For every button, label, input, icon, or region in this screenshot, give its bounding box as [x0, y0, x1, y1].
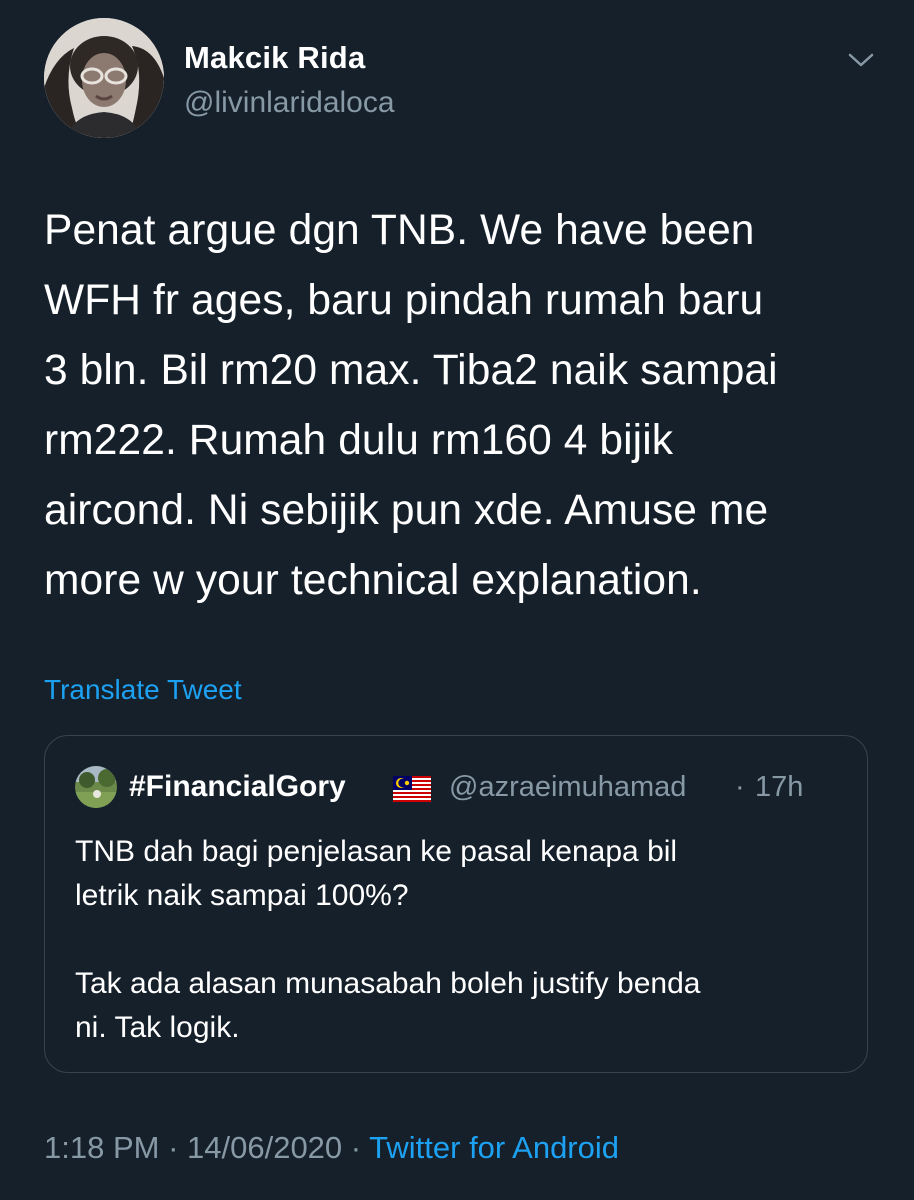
- tweet-text-line: 3 bln. Bil rm20 max. Tiba2 naik sampai: [44, 347, 778, 394]
- quoted-timestamp: 17h: [755, 771, 804, 803]
- tweet-text-line: aircond. Ni sebijik pun xde. Amuse me: [44, 487, 769, 534]
- quoted-tweet-text: TNB dah bagi penjelasan ke pasal kenapa …: [75, 835, 701, 1044]
- tweet-text-line: Penat argue dgn TNB. We have been: [44, 207, 755, 254]
- quoted-separator: ·: [735, 771, 745, 803]
- author-avatar[interactable]: [44, 18, 164, 138]
- tweet-date[interactable]: 14/06/2020: [187, 1130, 342, 1165]
- tweet-text-line: rm222. Rumah dulu rm160 4 bijik: [44, 417, 674, 464]
- quoted-author-avatar: [75, 766, 117, 808]
- metadata-separator: ·: [342, 1130, 370, 1165]
- tweet-metadata: 1:18 PM · 14/06/2020 · Twitter for Andro…: [44, 1130, 619, 1166]
- tweet-time[interactable]: 1:18 PM: [44, 1130, 159, 1165]
- author-handle[interactable]: @livinlaridaloca: [184, 86, 395, 120]
- quoted-tweet-card[interactable]: #FinancialGory @azraeimuhamad · 17h TNB …: [44, 735, 868, 1073]
- tweet-source-link[interactable]: Twitter for Android: [369, 1130, 619, 1165]
- metadata-separator: ·: [159, 1130, 188, 1165]
- translate-tweet-link[interactable]: Translate Tweet: [44, 674, 242, 706]
- tweet-text: Penat argue dgn TNB. We have been WFH fr…: [44, 196, 884, 616]
- author-display-name[interactable]: Makcik Rida: [184, 40, 365, 76]
- malaysia-flag-icon: [393, 776, 431, 802]
- tweet-text-line: more w your technical explanation.: [44, 557, 702, 604]
- tweet-detail: Makcik Rida @livinlaridaloca Penat argue…: [0, 0, 914, 1200]
- quoted-display-name: #FinancialGory: [129, 770, 346, 803]
- quoted-handle: @azraeimuhamad: [449, 771, 687, 803]
- tweet-text-line: WFH fr ages, baru pindah rumah baru: [44, 277, 764, 324]
- chevron-down-icon[interactable]: [846, 48, 876, 72]
